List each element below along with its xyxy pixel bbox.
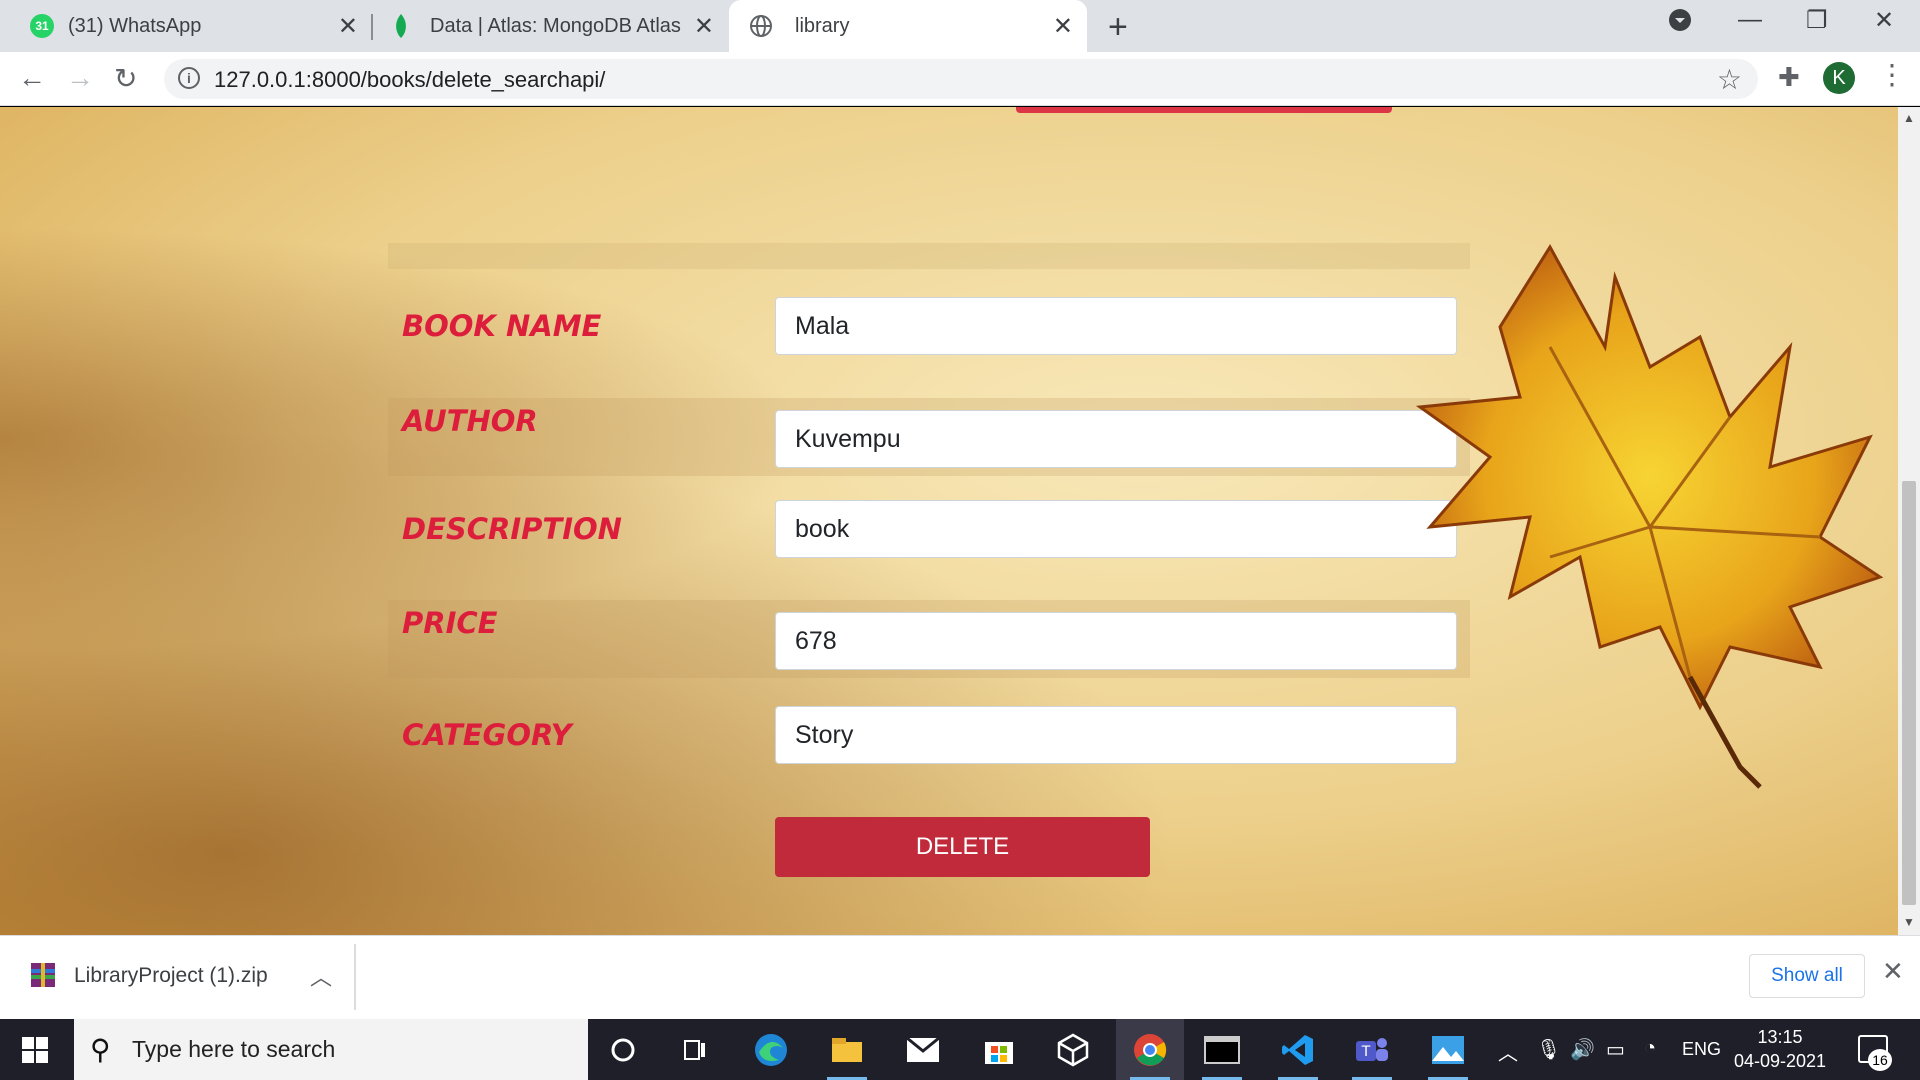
forward-button[interactable]: → (66, 62, 94, 94)
scroll-down-icon[interactable]: ▼ (1903, 915, 1915, 929)
reload-button[interactable]: ↻ (114, 62, 137, 95)
description-input[interactable]: book (775, 500, 1457, 558)
close-window-button[interactable]: ✕ (1874, 6, 1894, 35)
photos-icon[interactable] (1418, 1019, 1478, 1080)
clock-time: 13:15 (1757, 1027, 1803, 1047)
close-icon[interactable]: ✕ (694, 12, 714, 41)
whatsapp-icon: 31 (30, 14, 54, 38)
form-top-band (388, 243, 1470, 269)
page-content: BOOK NAME Mala AUTHOR Kuvempu DESCRIPTIO… (0, 107, 1898, 935)
download-shelf: LibraryProject (1).zip ︿ Show all ✕ (0, 935, 1920, 1019)
close-icon[interactable]: ✕ (338, 12, 358, 41)
close-icon[interactable]: ✕ (1882, 956, 1904, 987)
leaf-icon (396, 14, 406, 38)
url-text[interactable]: 127.0.0.1:8000/books/delete_searchapi/ (214, 67, 605, 93)
tab-whatsapp[interactable]: 31 (31) WhatsApp ✕ (14, 0, 372, 52)
tab-mongodb-atlas[interactable]: Data | Atlas: MongoDB Atlas ✕ (374, 0, 728, 52)
search-icon: ⚲ (90, 1034, 111, 1065)
download-file-name[interactable]: LibraryProject (1).zip (74, 964, 268, 988)
show-all-button[interactable]: Show all (1749, 954, 1865, 998)
bookmark-star-icon[interactable]: ☆ (1717, 63, 1742, 96)
book-name-input[interactable]: Mala (775, 297, 1457, 355)
tab-title: Data | Atlas: MongoDB Atlas (430, 14, 681, 37)
back-button[interactable]: ← (18, 62, 46, 94)
price-label: PRICE (402, 606, 498, 640)
cortana-icon[interactable] (593, 1019, 653, 1080)
restore-button[interactable]: ❐ (1806, 6, 1828, 35)
globe-icon (750, 15, 772, 37)
terminal-icon[interactable] (1192, 1019, 1252, 1080)
maple-leaf-image (1415, 244, 1884, 789)
microphone-icon[interactable]: 🎙 (1536, 1037, 1561, 1062)
author-label: AUTHOR (402, 404, 538, 438)
windows-taskbar: ⚲ Type here to search T ︿ � (0, 1019, 1920, 1080)
svg-text:T: T (1361, 1044, 1371, 1060)
profile-avatar[interactable]: K (1823, 62, 1855, 94)
battery-icon[interactable]: ▭ (1606, 1037, 1625, 1062)
chevron-down-icon (1669, 9, 1691, 31)
volume-icon[interactable]: 🔊 (1570, 1037, 1595, 1062)
tab-title: (31) WhatsApp (68, 14, 202, 37)
header-accent-bar (1016, 107, 1392, 113)
menu-dots-icon[interactable]: ⋮ (1878, 58, 1906, 91)
cube-app-icon[interactable] (1043, 1019, 1103, 1080)
mail-icon[interactable] (893, 1019, 953, 1080)
close-icon[interactable]: ✕ (1053, 12, 1073, 41)
book-name-label: BOOK NAME (402, 309, 602, 343)
edge-icon[interactable] (741, 1019, 801, 1080)
chevron-up-icon[interactable]: ︿ (310, 960, 332, 992)
language-indicator[interactable]: ENG (1682, 1039, 1721, 1060)
delete-button[interactable]: DELETE (775, 817, 1150, 877)
category-input[interactable]: Story (775, 706, 1457, 764)
notification-count-badge: 16 (1868, 1049, 1892, 1071)
form-row-author: AUTHOR Kuvempu (388, 398, 1470, 476)
form-row-category: CATEGORY Story (388, 706, 1470, 790)
tab-separator (371, 14, 373, 40)
form-row-book-name: BOOK NAME Mala (388, 297, 1470, 381)
clock-date: 04-09-2021 (1733, 1051, 1827, 1071)
archive-file-icon (31, 963, 55, 987)
chrome-icon[interactable] (1116, 1019, 1184, 1080)
task-view-icon[interactable] (665, 1019, 725, 1080)
chevron-up-icon[interactable]: ︿ (1498, 1037, 1518, 1066)
tab-strip: 31 (31) WhatsApp ✕ Data | Atlas: MongoDB… (0, 0, 1920, 52)
file-explorer-icon[interactable] (817, 1019, 877, 1080)
scrollbar-thumb[interactable] (1902, 481, 1916, 905)
taskbar-clock[interactable]: 13:15 04-09-2021 (1730, 1025, 1830, 1073)
form-row-description: DESCRIPTION book (388, 500, 1470, 584)
tab-title: library (795, 14, 850, 37)
page-scrollbar[interactable]: ▲ ▼ (1898, 107, 1920, 935)
taskbar-search[interactable]: ⚲ Type here to search (74, 1019, 588, 1080)
description-label: DESCRIPTION (402, 512, 622, 546)
search-placeholder: Type here to search (132, 1036, 336, 1062)
browser-toolbar: ← → ↻ i 127.0.0.1:8000/books/delete_sear… (0, 52, 1920, 106)
price-input[interactable]: 678 (775, 612, 1457, 670)
new-tab-button[interactable]: + (1108, 8, 1128, 47)
author-input[interactable]: Kuvempu (775, 410, 1457, 468)
windows-start-icon[interactable] (22, 1037, 48, 1063)
tab-search-button[interactable] (1668, 8, 1692, 39)
store-icon[interactable] (969, 1019, 1029, 1080)
scroll-up-icon[interactable]: ▲ (1903, 111, 1915, 125)
wifi-icon[interactable]: ◔ (1644, 1037, 1656, 1060)
tab-library[interactable]: library ✕ (729, 0, 1087, 52)
vscode-icon[interactable] (1268, 1019, 1328, 1080)
info-icon[interactable]: i (178, 67, 200, 89)
address-bar[interactable]: i 127.0.0.1:8000/books/delete_searchapi/… (164, 59, 1758, 99)
extensions-puzzle-icon[interactable]: ✚ (1778, 62, 1800, 93)
divider (354, 944, 356, 1010)
form-row-price: PRICE 678 (388, 600, 1470, 678)
minimize-button[interactable]: — (1738, 6, 1762, 34)
category-label: CATEGORY (402, 718, 572, 752)
teams-icon[interactable]: T (1342, 1019, 1402, 1080)
